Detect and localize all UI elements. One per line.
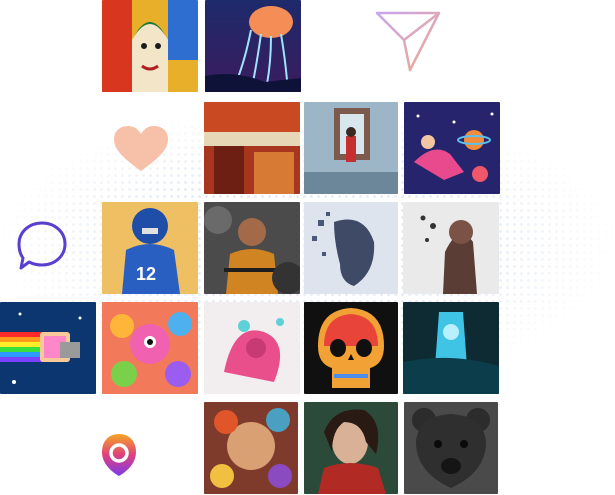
gallery-tile-abstract-red[interactable] <box>204 102 300 194</box>
chat-bubble-icon[interactable] <box>15 220 69 272</box>
gallery-tile-astronaut-space[interactable] <box>404 102 500 194</box>
gallery-tile-floral-face[interactable] <box>204 402 298 494</box>
gallery-tile-rainbow-skull[interactable] <box>304 302 398 394</box>
gallery-tile-painted-woman[interactable] <box>304 402 398 494</box>
gallery-tile-jellyfish-night[interactable] <box>205 0 301 92</box>
gallery-tile-bear-head[interactable] <box>404 402 498 494</box>
gallery-tile-shattered-head[interactable] <box>304 202 398 294</box>
gallery-tile-nyan-cat[interactable] <box>0 302 96 394</box>
send-icon[interactable] <box>374 10 442 72</box>
svg-text:12: 12 <box>136 264 156 284</box>
gallery-tile-dispersed-figure[interactable] <box>403 202 499 294</box>
gallery-tile-colorful-creatures[interactable] <box>102 302 198 394</box>
gallery-tile-floating-window[interactable] <box>304 102 398 194</box>
gallery-tile-blue-waterfall[interactable] <box>403 302 499 394</box>
gallery-tile-smoke-portrait[interactable] <box>204 202 300 294</box>
gallery-tile-cubist-portrait[interactable] <box>102 0 198 92</box>
heart-icon[interactable] <box>114 126 168 172</box>
brand-logo-icon[interactable] <box>100 432 138 478</box>
gallery-tile-pink-splash[interactable] <box>204 302 300 394</box>
gallery-tile-football-player[interactable]: 12 <box>102 202 198 294</box>
